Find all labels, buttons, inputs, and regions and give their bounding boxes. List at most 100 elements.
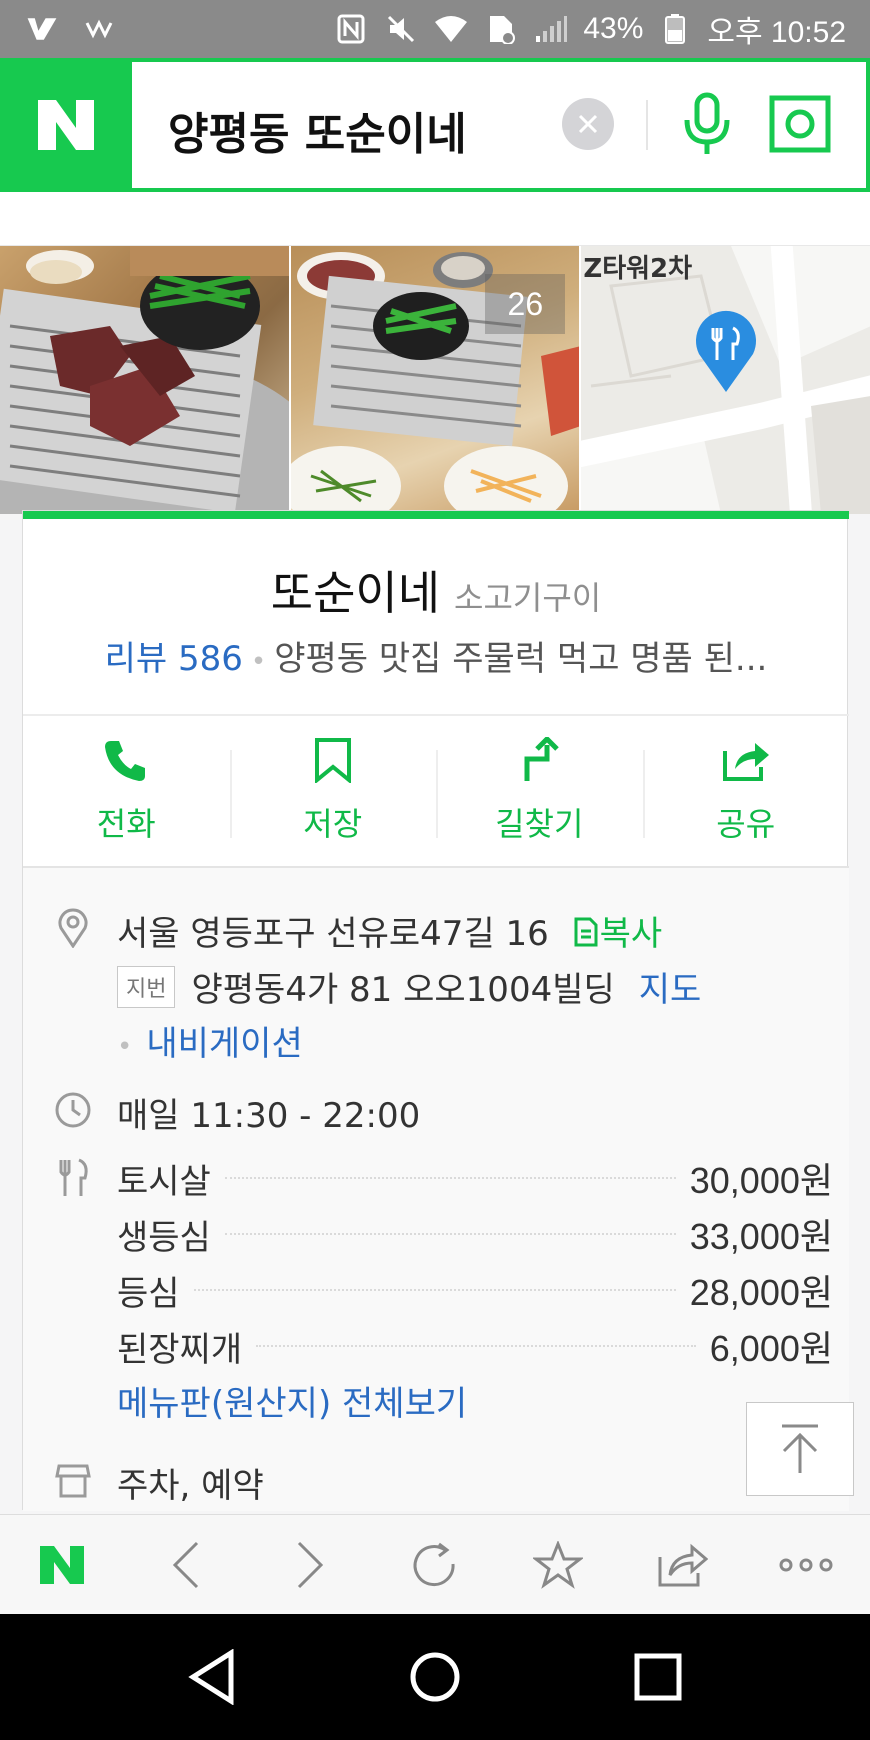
system-back-button[interactable] — [167, 1632, 257, 1722]
system-nav-bar — [0, 1614, 870, 1740]
food-photo-2[interactable]: 26 — [290, 246, 580, 514]
triangle-back-icon — [187, 1649, 234, 1705]
wifi-icon — [433, 13, 469, 45]
map-building-label: Z타워2차 — [583, 254, 693, 284]
battery-percent: 43% — [583, 12, 644, 45]
photo-count-badge: 26 — [485, 274, 566, 334]
navigation-link[interactable]: 내비게이션 — [146, 1024, 302, 1064]
card-accent-line — [23, 511, 849, 519]
bookmark-button[interactable] — [496, 1515, 620, 1615]
food-photo-1[interactable] — [0, 246, 289, 514]
copy-icon — [574, 917, 598, 947]
call-label: 전화 — [96, 805, 156, 843]
chevron-right-icon — [297, 1541, 324, 1588]
place-title-row: 또순이네 소고기구이 — [23, 557, 849, 623]
scroll-to-top-button[interactable] — [746, 1402, 854, 1496]
clock-icon — [53, 1090, 93, 1130]
image-search-button[interactable] — [760, 86, 840, 162]
share-label: 공유 — [716, 805, 776, 843]
star-icon — [533, 1540, 583, 1589]
share-button[interactable]: 공유 — [642, 716, 850, 866]
menu-item-name: 토시살 — [117, 1161, 211, 1202]
road-address-row: 서울 영등포구 선유로47길 16 복사 — [117, 906, 662, 955]
nfc-icon — [333, 13, 369, 45]
map-link[interactable]: 지도 — [639, 962, 702, 1011]
dotted-leader — [193, 1289, 676, 1291]
square-recents-icon — [634, 1653, 682, 1701]
search-divider — [646, 100, 648, 150]
menu-item-name: 등심 — [117, 1273, 180, 1314]
business-hours: 매일 11:30 - 22:00 — [117, 1096, 421, 1136]
battery-icon — [657, 13, 693, 45]
review-count-link[interactable]: 리뷰 586 — [105, 639, 243, 679]
full-menu-link[interactable]: 메뉴판(원산지) 전체보기 — [117, 1376, 467, 1425]
phone-icon — [105, 741, 146, 781]
save-button[interactable]: 저장 — [229, 716, 437, 866]
save-label: 저장 — [303, 805, 363, 843]
share-page-button[interactable] — [620, 1515, 744, 1615]
menu-item-name: 된장찌개 — [117, 1329, 243, 1370]
review-row: 리뷰 586 • 양평동 맛집 주물럭 먹고 명품 된... — [23, 631, 849, 680]
status-bar: 43% 오후 10:52 — [0, 0, 870, 58]
copy-address-button[interactable]: 복사 — [572, 914, 663, 954]
separator-dot: • — [250, 647, 267, 677]
review-snippet[interactable]: 양평동 맛집 주물럭 먹고 명품 된... — [274, 639, 767, 679]
naver-n-icon — [40, 1545, 84, 1584]
menu-list: 토시살 30,000원 생등심 33,000원 등심 28,000원 된장찌개 … — [117, 1150, 833, 1374]
search-input[interactable]: 양평동 또순이네 — [168, 98, 467, 162]
navigation-row: • 내비게이션 — [117, 1016, 303, 1065]
search-box[interactable]: 양평동 또순이네 — [132, 62, 866, 188]
restaurant-pin-icon — [696, 310, 757, 392]
refresh-button[interactable] — [372, 1515, 496, 1615]
menu-item-name: 생등심 — [117, 1217, 211, 1258]
location-map[interactable]: Z타워2차 — [581, 246, 870, 514]
place-card: 또순이네 소고기구이 리뷰 586 • 양평동 맛집 주물럭 먹고 명품 된... 전… — [22, 510, 850, 1511]
wifi-calling-icon — [82, 13, 118, 45]
dotted-leader — [256, 1345, 696, 1347]
jibun-badge: 지번 — [117, 965, 176, 1008]
system-recents-button[interactable] — [613, 1632, 703, 1722]
location-pin-icon — [53, 908, 93, 948]
place-name[interactable]: 또순이네 — [271, 566, 440, 620]
menu-item: 생등심 33,000원 — [117, 1206, 833, 1262]
place-category: 소고기구이 — [454, 579, 602, 617]
signal-icon — [533, 13, 569, 45]
jibun-address-row: 지번 양평동4가 81 오오1004빌딩 지도 — [117, 962, 701, 1011]
system-home-button[interactable] — [390, 1632, 480, 1722]
forward-button[interactable] — [248, 1515, 372, 1615]
menu-item-price: 33,000원 — [689, 1216, 833, 1257]
camera-lens-icon — [769, 95, 831, 153]
naver-logo-button[interactable] — [0, 58, 132, 192]
directions-label: 길찾기 — [495, 805, 584, 843]
microphone-icon — [684, 92, 730, 154]
bookmark-icon — [314, 738, 351, 783]
menu-item-price: 30,000원 — [689, 1160, 833, 1201]
carrier-logo-icon — [24, 13, 60, 45]
back-button[interactable] — [124, 1515, 248, 1615]
dotted-leader — [224, 1233, 676, 1235]
circle-home-icon — [410, 1652, 460, 1702]
dotted-leader — [224, 1177, 676, 1179]
naver-home-button[interactable] — [0, 1515, 124, 1615]
more-button[interactable] — [744, 1515, 868, 1615]
photo-strip: 26 Z타워2차 — [0, 246, 870, 514]
directions-button[interactable]: 길찾기 — [436, 716, 643, 866]
close-icon — [578, 114, 598, 134]
call-button[interactable]: 전화 — [23, 716, 230, 866]
menu-item: 등심 28,000원 — [117, 1262, 833, 1318]
refresh-icon — [413, 1542, 455, 1586]
clear-search-button[interactable] — [562, 98, 614, 150]
menu-item-price: 6,000원 — [709, 1328, 833, 1369]
naver-n-icon — [38, 100, 94, 150]
copy-label: 복사 — [599, 914, 663, 954]
data-sync-icon — [483, 13, 519, 45]
store-icon — [53, 1460, 93, 1500]
voice-search-button[interactable] — [672, 86, 742, 162]
utensils-icon — [53, 1158, 93, 1198]
share-icon — [722, 743, 769, 781]
chevron-left-icon — [172, 1541, 199, 1588]
header-spacer — [0, 192, 870, 246]
place-details: 서울 영등포구 선유로47길 16 복사 지번 양평동4가 81 오오1004빌… — [23, 868, 849, 1511]
menu-item-price: 28,000원 — [689, 1272, 833, 1313]
directions-arrow-icon — [524, 737, 560, 781]
